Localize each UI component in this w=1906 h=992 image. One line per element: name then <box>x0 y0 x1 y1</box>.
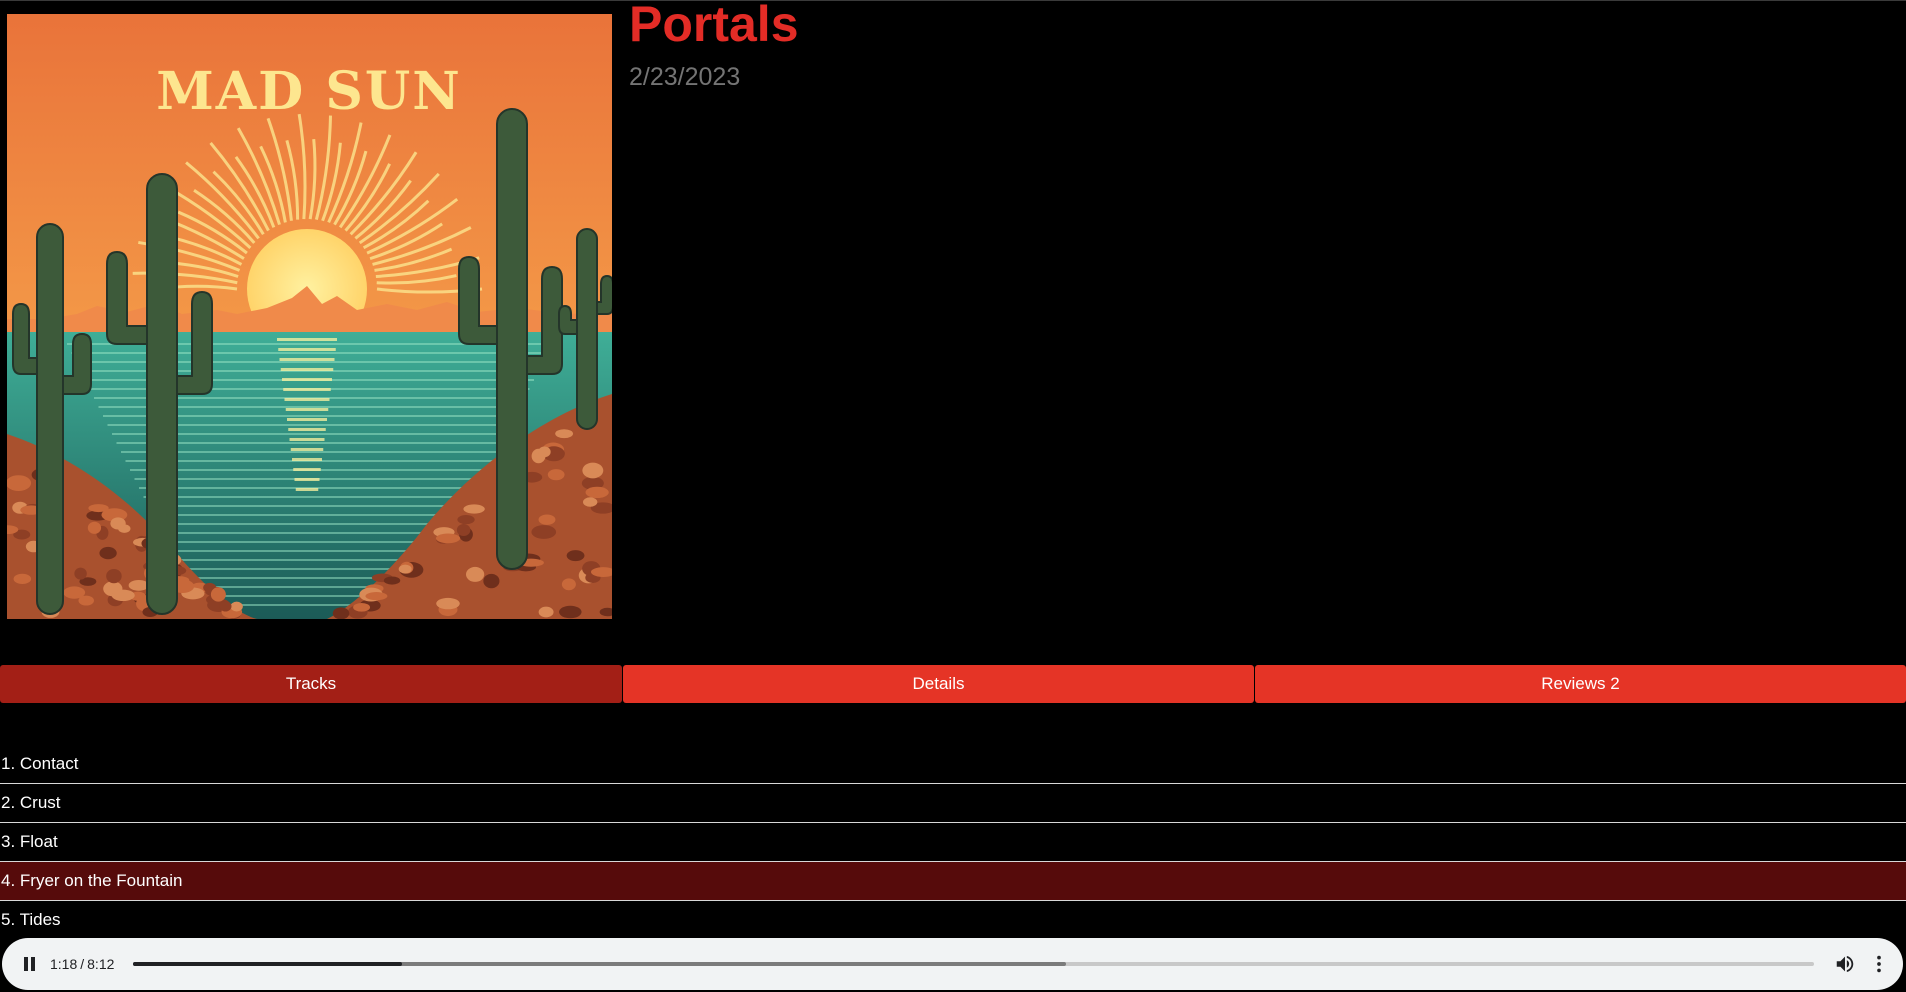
pause-icon[interactable] <box>20 954 40 974</box>
album-title: Portals <box>629 0 799 52</box>
album-cover-image: MAD SUN <box>7 14 612 619</box>
time-separator: / <box>80 956 85 972</box>
tab-tracks[interactable]: Tracks <box>0 665 622 703</box>
current-time: 1:18 <box>50 956 78 972</box>
time-display: 1:18/8:12 <box>50 954 114 974</box>
audio-player: 1:18/8:12 <box>2 938 1903 990</box>
tab-details[interactable]: Details <box>623 665 1254 703</box>
svg-text:MAD SUN: MAD SUN <box>156 61 462 122</box>
track-list: 1. Contact 2. Crust 3. Float 4. Fryer on… <box>0 745 1906 939</box>
track-item[interactable]: 5. Tides <box>0 901 1906 939</box>
more-vert-icon[interactable] <box>1868 953 1890 975</box>
track-item[interactable]: 2. Crust <box>0 784 1906 823</box>
seek-progress <box>133 962 402 966</box>
volume-icon[interactable] <box>1834 953 1856 975</box>
tab-bar: Tracks Details Reviews 2 <box>0 665 1906 703</box>
top-divider <box>0 0 1906 1</box>
seek-bar[interactable] <box>133 962 1814 966</box>
track-item[interactable]: 1. Contact <box>0 745 1906 784</box>
album-release-date: 2/23/2023 <box>629 63 741 91</box>
tab-reviews[interactable]: Reviews 2 <box>1255 665 1906 703</box>
track-item-active[interactable]: 4. Fryer on the Fountain <box>0 862 1906 901</box>
track-item[interactable]: 3. Float <box>0 823 1906 862</box>
duration: 8:12 <box>87 956 115 972</box>
